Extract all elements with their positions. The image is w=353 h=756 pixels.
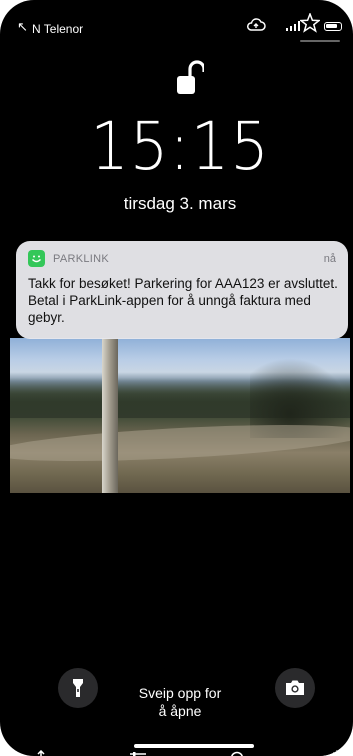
star-icon bbox=[300, 13, 320, 33]
lock-screen[interactable]: ↖ N Telenor 15:15 tirsdag 3. mars PARKLI… bbox=[10, 8, 350, 756]
lock-screen-date: tirsdag 3. mars bbox=[123, 194, 237, 213]
notification-body: Takk for besøket! Parkering for AAA123 e… bbox=[28, 276, 338, 325]
unlocked-padlock-icon bbox=[177, 60, 204, 94]
parklink-notification[interactable]: PARKLINK nå Takk for besøket! Parkering … bbox=[16, 241, 348, 339]
smiley-icon bbox=[32, 255, 41, 263]
parklink-app-icon bbox=[28, 250, 45, 267]
swipe-up-hint: Sveip opp for å åpne bbox=[138, 685, 222, 719]
home-indicator[interactable] bbox=[134, 744, 254, 748]
signal-icon bbox=[286, 21, 300, 31]
wallpaper-image bbox=[10, 338, 350, 493]
trash-icon[interactable] bbox=[331, 750, 349, 756]
status-bar: ↖ N Telenor bbox=[10, 8, 350, 44]
phone-frame: ↖ N Telenor 15:15 tirsdag 3. mars PARKLI… bbox=[0, 0, 353, 756]
notification-time: nå bbox=[323, 253, 336, 265]
share-icon[interactable] bbox=[32, 750, 50, 756]
cloud-upload-icon bbox=[247, 18, 266, 31]
back-arrow-icon[interactable]: ↖ bbox=[17, 19, 28, 35]
notification-app-name: PARKLINK bbox=[53, 253, 109, 265]
sliders-icon[interactable] bbox=[129, 750, 147, 756]
battery-icon bbox=[324, 22, 342, 31]
carrier-name: N Telenor bbox=[32, 22, 84, 36]
camera-lens-icon[interactable] bbox=[228, 750, 246, 756]
lock-screen-time: 15:15 bbox=[90, 108, 270, 185]
